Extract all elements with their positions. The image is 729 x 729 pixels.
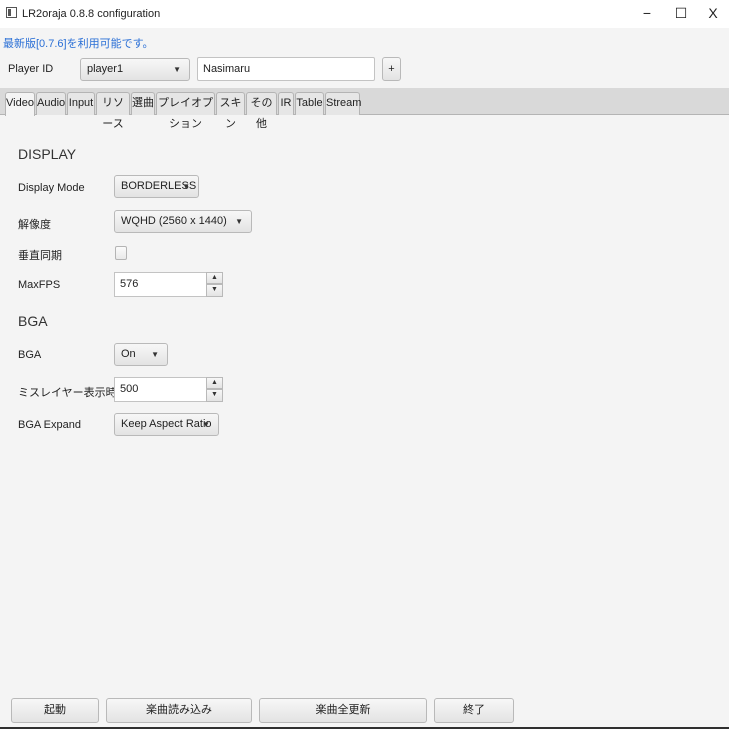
update-notice[interactable]: 最新版[0.7.6]を利用可能です。 <box>3 35 153 51</box>
miss-layer-input[interactable]: 500 <box>114 377 206 402</box>
tab-play-option[interactable]: プレイオプション <box>156 92 215 130</box>
display-heading: DISPLAY <box>18 146 77 162</box>
bga-expand-select[interactable]: Keep Aspect Ratio ▼ <box>114 413 219 436</box>
chevron-down-icon: ▼ <box>235 217 243 226</box>
tab-strip: Video Audio Input リソース 選曲 プレイオプション スキン そ… <box>0 88 729 130</box>
tab-video[interactable]: Video <box>5 92 35 116</box>
spin-down-icon[interactable]: ▼ <box>206 284 223 297</box>
spin-up-icon[interactable]: ▲ <box>206 272 223 284</box>
tab-song-select[interactable]: 選曲 <box>131 92 155 115</box>
display-mode-select[interactable]: BORDERLESS ▼ <box>114 175 199 198</box>
add-player-button[interactable]: + <box>382 57 401 81</box>
bga-label: BGA <box>18 349 42 361</box>
bga-expand-label: BGA Expand <box>18 419 81 431</box>
tab-resource[interactable]: リソース <box>96 92 130 130</box>
vsync-label: 垂直同期 <box>18 250 62 262</box>
bga-heading: BGA <box>18 313 48 329</box>
bga-expand-value: Keep Aspect Ratio <box>121 418 212 430</box>
miss-layer-spinner[interactable]: 500 ▲ ▼ <box>114 377 223 402</box>
tab-table[interactable]: Table <box>295 92 324 115</box>
tab-stream[interactable]: Stream <box>325 92 361 115</box>
close-button[interactable]: X <box>696 0 729 28</box>
window-title: LR2oraja 0.8.8 configuration <box>22 8 161 20</box>
maxfps-input[interactable]: 576 <box>114 272 206 297</box>
resolution-select[interactable]: WQHD (2560 x 1440) ▼ <box>114 210 252 233</box>
spin-down-icon[interactable]: ▼ <box>206 389 223 402</box>
title-bar: LR2oraja 0.8.8 configuration − ☐ X <box>0 0 729 28</box>
tab-audio[interactable]: Audio <box>36 92 66 115</box>
player-id-value: player1 <box>87 63 124 75</box>
bga-value: On <box>121 348 136 360</box>
display-mode-label: Display Mode <box>18 182 85 194</box>
chevron-down-icon: ▼ <box>151 350 159 359</box>
tab-ir[interactable]: IR <box>278 92 294 115</box>
maxfps-spinner[interactable]: 576 ▲ ▼ <box>114 272 223 297</box>
maximize-button[interactable]: ☐ <box>664 0 698 28</box>
player-id-select[interactable]: player1 ▼ <box>80 58 190 81</box>
minimize-button[interactable]: − <box>630 0 664 28</box>
spin-up-icon[interactable]: ▲ <box>206 377 223 389</box>
resolution-label: 解像度 <box>18 219 51 231</box>
tab-other[interactable]: その他 <box>246 92 277 130</box>
chevron-down-icon: ▼ <box>182 182 190 191</box>
update-all-songs-button[interactable]: 楽曲全更新 <box>259 698 427 723</box>
bga-select[interactable]: On ▼ <box>114 343 168 366</box>
tab-input[interactable]: Input <box>67 92 95 115</box>
start-button[interactable]: 起動 <box>11 698 99 723</box>
player-name-input[interactable]: Nasimaru <box>197 57 375 81</box>
exit-button[interactable]: 終了 <box>434 698 514 723</box>
tab-skin[interactable]: スキン <box>216 92 245 130</box>
maxfps-label: MaxFPS <box>18 279 61 291</box>
resolution-value: WQHD (2560 x 1440) <box>121 215 227 227</box>
player-id-label: Player ID <box>8 63 54 75</box>
app-icon <box>6 7 17 18</box>
vsync-checkbox[interactable] <box>115 246 127 260</box>
chevron-down-icon: ▼ <box>173 65 181 74</box>
load-songs-button[interactable]: 楽曲読み込み <box>106 698 252 723</box>
chevron-down-icon: ▼ <box>202 420 210 429</box>
